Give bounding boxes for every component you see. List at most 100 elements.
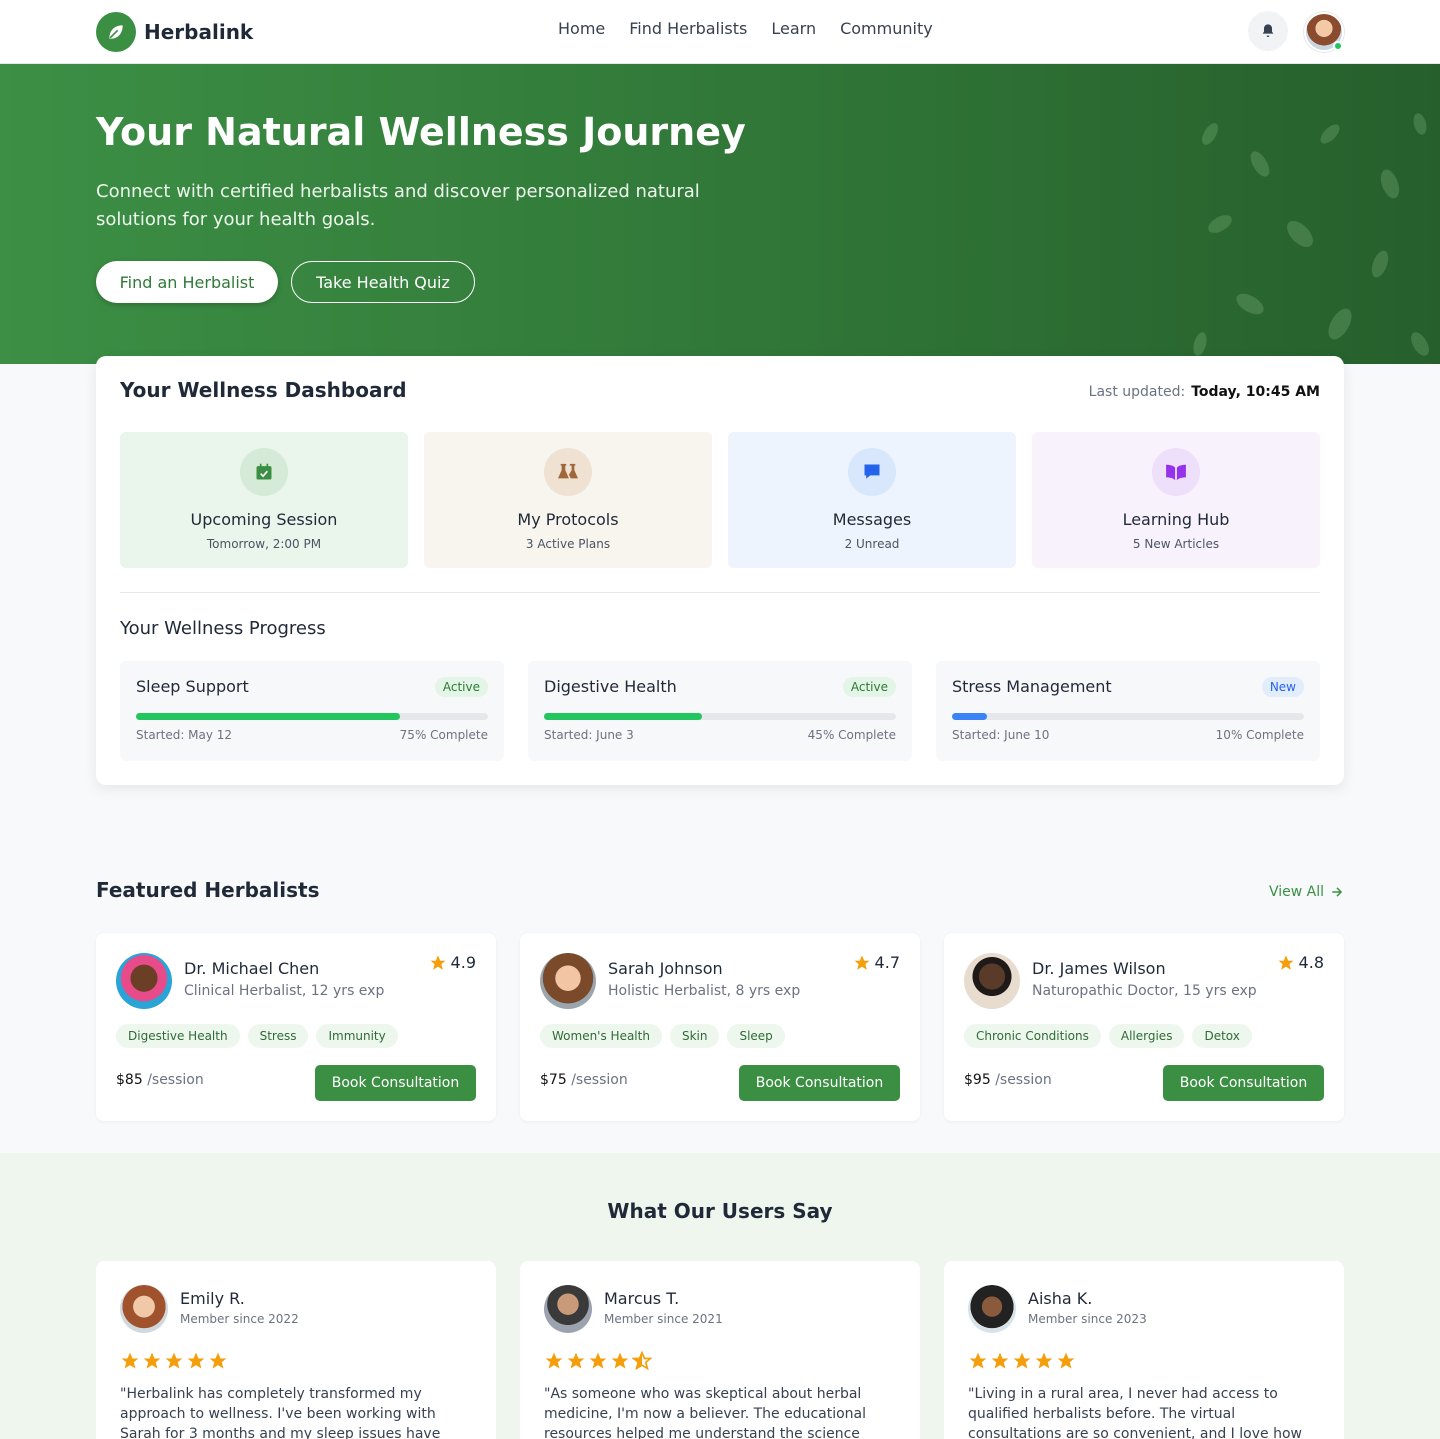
star-icon	[209, 1352, 227, 1369]
tile-subtitle: 5 New Articles	[1132, 537, 1220, 551]
tile-title: Learning Hub	[1122, 510, 1230, 529]
find-herbalist-button[interactable]: Find an Herbalist	[96, 261, 278, 303]
member-since: Member since 2022	[180, 1312, 299, 1326]
rating: 4.9	[429, 953, 476, 972]
herbalist-card[interactable]: Dr. Michael Chen Clinical Herbalist, 12 …	[96, 933, 496, 1121]
testimonial-card: Emily R. Member since 2022 "Herbalink ha…	[96, 1261, 496, 1439]
star-icon	[121, 1352, 139, 1369]
progress-fill	[544, 713, 703, 720]
testimonial-quote: "Living in a rural area, I never had acc…	[968, 1386, 1302, 1439]
star-icon	[991, 1352, 1009, 1369]
online-status-dot	[1333, 41, 1343, 51]
hero-banner: Your Natural Wellness Journey Connect wi…	[0, 64, 1440, 364]
tile-messages[interactable]: Messages 2 Unread	[728, 432, 1016, 568]
price-value: $85	[116, 1072, 143, 1088]
testimonial-quote: "As someone who was skeptical about herb…	[544, 1386, 867, 1439]
rating-value: 4.8	[1298, 953, 1324, 972]
wellness-dashboard: Your Wellness Dashboard Last updated: Tod…	[96, 356, 1344, 785]
specialty-tag: Women's Health	[540, 1024, 662, 1048]
rating-value: 4.9	[450, 953, 476, 972]
progress-track	[544, 713, 896, 720]
tile-subtitle: 2 Unread	[844, 537, 900, 551]
dashboard-title: Your Wellness Dashboard	[120, 378, 407, 402]
book-icon	[1152, 448, 1200, 496]
progress-card-digestive[interactable]: Digestive Health Active Started: June 3 …	[528, 661, 912, 761]
tile-title: Messages	[832, 510, 912, 529]
progress-fill	[952, 713, 988, 720]
main-menu: Home Find Herbalists Learn Community	[558, 19, 933, 38]
started-date: Started: June 10	[952, 728, 1050, 742]
started-date: Started: May 12	[136, 728, 233, 742]
tile-title: Upcoming Session	[190, 510, 338, 529]
progress-track	[136, 713, 488, 720]
progress-fill	[136, 713, 400, 720]
testimonial-card: Marcus T. Member since 2021 "As someone …	[520, 1261, 920, 1439]
nav-home[interactable]: Home	[558, 19, 605, 38]
last-updated-label: Last updated:	[1088, 384, 1186, 400]
status-badge: Active	[434, 677, 488, 697]
calendar-check-icon	[240, 448, 288, 496]
avatar	[544, 1285, 592, 1333]
specialty-tag: Allergies	[1108, 1024, 1185, 1048]
progress-card-sleep[interactable]: Sleep Support Active Started: May 12 75%…	[120, 661, 504, 761]
leaf-icon	[96, 12, 136, 52]
specialty-tags: Digestive Health Stress Immunity	[116, 1024, 398, 1048]
reviewer-name: Emily R.	[180, 1289, 245, 1308]
specialty-tag: Digestive Health	[116, 1024, 240, 1048]
chat-icon	[848, 448, 896, 496]
avatar	[964, 953, 1020, 1009]
notifications-button[interactable]	[1248, 11, 1288, 51]
specialty-tag: Stress	[247, 1024, 309, 1048]
price-suffix: /session	[571, 1072, 628, 1088]
progress-title: Your Wellness Progress	[120, 618, 326, 639]
featured-title: Featured Herbalists	[96, 878, 320, 902]
herbalist-role: Clinical Herbalist, 12 yrs exp	[184, 983, 385, 999]
herbalist-card[interactable]: Sarah Johnson Holistic Herbalist, 8 yrs …	[520, 933, 920, 1121]
specialty-tag: Skin	[669, 1024, 720, 1048]
specialty-tag: Chronic Conditions	[964, 1024, 1101, 1048]
specialty-tag: Sleep	[727, 1024, 785, 1048]
star-icon	[611, 1352, 629, 1369]
last-updated: Last updated: Today, 10:45 AM	[1089, 384, 1320, 400]
nav-learn[interactable]: Learn	[771, 19, 816, 38]
percent-complete: 45% Complete	[807, 728, 896, 742]
star-icon	[430, 955, 446, 970]
book-consultation-button[interactable]: Book Consultation	[1163, 1065, 1324, 1101]
nav-find-herbalists[interactable]: Find Herbalists	[629, 19, 747, 38]
specialty-tags: Women's Health Skin Sleep	[540, 1024, 785, 1048]
brand-name: Herbalink	[144, 20, 254, 44]
nav-community[interactable]: Community	[840, 19, 933, 38]
status-badge: Active	[842, 677, 896, 697]
star-icon	[1013, 1352, 1031, 1369]
session-price: $85 /session	[116, 1072, 204, 1088]
arrow-right-icon	[1332, 887, 1343, 897]
herbalist-name: Sarah Johnson	[608, 959, 723, 978]
rating-value: 4.7	[874, 953, 900, 972]
herbalist-role: Naturopathic Doctor, 15 yrs exp	[1032, 983, 1257, 999]
book-consultation-button[interactable]: Book Consultation	[739, 1065, 900, 1101]
price-value: $95	[964, 1072, 991, 1088]
star-icon	[1278, 955, 1294, 970]
session-price: $95 /session	[964, 1072, 1052, 1088]
herbalist-card[interactable]: Dr. James Wilson Naturopathic Doctor, 15…	[944, 933, 1344, 1121]
star-icon	[187, 1352, 205, 1369]
progress-name: Sleep Support	[136, 677, 249, 696]
top-navbar: Herbalink Home Find Herbalists Learn Com…	[0, 0, 1440, 64]
take-quiz-button[interactable]: Take Health Quiz	[291, 261, 475, 303]
tile-learning-hub[interactable]: Learning Hub 5 New Articles	[1032, 432, 1320, 568]
book-consultation-button[interactable]: Book Consultation	[315, 1065, 476, 1101]
hero-subtitle: Connect with certified herbalists and di…	[96, 181, 700, 230]
progress-name: Digestive Health	[544, 677, 677, 696]
view-all-link[interactable]: View All	[1269, 884, 1344, 900]
herbalist-role: Holistic Herbalist, 8 yrs exp	[608, 983, 801, 999]
brand-logo[interactable]: Herbalink	[96, 12, 253, 52]
star-icon	[567, 1352, 585, 1369]
progress-name: Stress Management	[952, 677, 1112, 696]
star-rating	[968, 1351, 1076, 1371]
tile-my-protocols[interactable]: My Protocols 3 Active Plans	[424, 432, 712, 568]
tile-title: My Protocols	[517, 510, 619, 529]
progress-card-stress[interactable]: Stress Management New Started: June 10 1…	[936, 661, 1320, 761]
flask-icon	[544, 448, 592, 496]
tile-upcoming-session[interactable]: Upcoming Session Tomorrow, 2:00 PM	[120, 432, 408, 568]
avatar	[540, 953, 596, 1009]
